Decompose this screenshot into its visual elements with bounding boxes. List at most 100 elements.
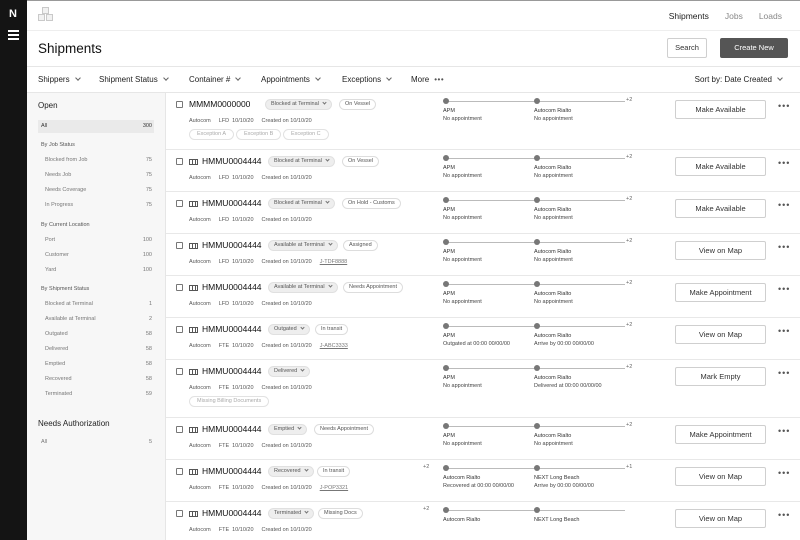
shipment-row[interactable]: HMMU0004444 Emptied Needs Appointment Autoc… [166,418,800,460]
top-nav-jobs[interactable]: Jobs [725,11,743,21]
status-dropdown[interactable]: Terminated [268,508,315,519]
sidebar-item[interactable]: Blocked from Job 75 [38,154,154,167]
sidebar-item-all[interactable]: All 300 [38,120,154,133]
container-number[interactable]: HMMU0004444 [202,198,262,208]
more-options-icon[interactable]: ••• [778,159,790,168]
top-nav-loads[interactable]: Loads [759,11,782,21]
status-label: Delivered [274,368,298,374]
filter-container-number[interactable]: Container # [189,75,242,84]
more-options-icon[interactable]: ••• [778,243,790,252]
sidebar-item[interactable]: Outgated 58 [38,328,154,341]
shipment-row[interactable]: HMMU0004444 Delivered Autocom FTE 10/10/20 Cr… [166,360,800,418]
row-checkbox[interactable] [176,426,183,433]
row-checkbox[interactable] [176,510,183,517]
more-options-icon[interactable]: ••• [778,469,790,478]
status-dropdown[interactable]: Blocked at Terminal [268,156,335,167]
sidebar-item[interactable]: Recovered 58 [38,373,154,386]
exception-chip[interactable]: Exception B [236,129,282,140]
shipment-row[interactable]: HMMU0004444 Blocked at Terminal On Hold - … [166,192,800,234]
shipment-row[interactable]: HMMU0004444 Blocked at Terminal On Vessel A… [166,150,800,192]
shipment-row[interactable]: MMMM0000000 Blocked at Terminal On Vessel A… [166,93,800,150]
status-dropdown[interactable]: Delivered [268,366,311,377]
sidebar-item[interactable]: Blocked at Terminal 1 [38,298,154,311]
container-number[interactable]: HMMU0004444 [202,324,262,334]
sidebar-item[interactable]: Needs Coverage 75 [38,184,154,197]
row-checkbox[interactable] [176,468,183,475]
create-new-button[interactable]: Create New [720,38,788,58]
action-button[interactable]: View on Map [675,467,766,486]
sidebar-item[interactable]: Port 100 [38,234,154,247]
more-options-icon[interactable]: ••• [778,511,790,520]
status-dropdown[interactable]: Available at Terminal [268,282,338,293]
sidebar-item[interactable]: Terminated 59 [38,388,154,401]
filter-shippers[interactable]: Shippers [38,75,81,84]
job-link[interactable]: J-ABC3333 [320,343,348,349]
filter-exceptions[interactable]: Exceptions [342,75,392,84]
exception-chip[interactable]: Exception C [283,129,329,140]
sidebar-item[interactable]: Yard 100 [38,264,154,277]
more-options-icon[interactable]: ••• [778,369,790,378]
row-checkbox[interactable] [176,158,183,165]
row-checkbox[interactable] [176,101,183,108]
action-button[interactable]: Make Appointment [675,425,766,444]
container-number[interactable]: HMMU0004444 [202,156,262,166]
shipment-row[interactable]: HMMU0004444 Terminated Missing Docs Autocom… [166,502,800,540]
row-checkbox[interactable] [176,368,183,375]
more-options-icon[interactable]: ••• [778,285,790,294]
action-button[interactable]: View on Map [675,509,766,528]
shipment-row[interactable]: HMMU0004444 Available at Terminal Assigned… [166,234,800,276]
container-number[interactable]: HMMU0004444 [202,240,262,250]
row-checkbox[interactable] [176,200,183,207]
more-options-icon[interactable]: ••• [778,327,790,336]
action-button[interactable]: Mark Empty [675,367,766,386]
row-checkbox[interactable] [176,242,183,249]
action-button[interactable]: View on Map [675,325,766,344]
exception-chip[interactable]: Exception A [189,129,235,140]
origin-name: APM [443,433,455,439]
status-dropdown[interactable]: Emptied [268,424,308,435]
sidebar-item[interactable]: Needs Job 75 [38,169,154,182]
filter-shipment-status[interactable]: Shipment Status [99,75,169,84]
sidebar-item-auth-all[interactable]: All 5 [38,436,154,449]
action-button[interactable]: View on Map [675,241,766,260]
row-checkbox[interactable] [176,284,183,291]
sidebar-item[interactable]: Delivered 58 [38,343,154,356]
sidebar-item[interactable]: Emptied 58 [38,358,154,371]
container-number[interactable]: HMMU0004444 [202,424,262,434]
status-dropdown[interactable]: Outgated [268,324,310,335]
container-number[interactable]: MMMM0000000 [189,99,250,109]
row-checkbox[interactable] [176,326,183,333]
action-button[interactable]: Make Available [675,100,766,119]
status-dropdown[interactable]: Recovered [268,466,314,477]
job-link[interactable]: J-POP3321 [320,485,348,491]
more-options-icon[interactable]: ••• [778,427,790,436]
sidebar-item-count: 58 [145,361,152,367]
status-dropdown[interactable]: Blocked at Terminal [268,198,335,209]
sidebar-item[interactable]: Available at Terminal 2 [38,313,154,326]
app-logo[interactable]: N [9,8,17,20]
action-button[interactable]: Make Available [675,199,766,218]
shipment-row[interactable]: HMMU0004444 Outgated In transit Autocom FTE 1… [166,318,800,360]
sidebar-item[interactable]: In Progress 75 [38,199,154,212]
top-nav-shipments[interactable]: Shipments [669,11,709,21]
sort-dropdown[interactable]: Sort by: Date Created [695,75,783,84]
container-number[interactable]: HMMU0004444 [202,366,262,376]
container-number[interactable]: HMMU0004444 [202,508,262,518]
filter-more[interactable]: More ••• [411,75,444,84]
status-dropdown[interactable]: Available at Terminal [268,240,338,251]
job-link[interactable]: J-TDF8888 [320,259,348,265]
more-options-icon[interactable]: ••• [778,201,790,210]
action-button[interactable]: Make Appointment [675,283,766,302]
hamburger-menu-icon[interactable] [8,30,19,42]
status-dropdown[interactable]: Blocked at Terminal [265,99,332,110]
exception-chip[interactable]: Missing Billing Documents [189,396,270,407]
shipment-row[interactable]: HMMU0004444 Recovered In transit Autocom FTE… [166,460,800,502]
container-number[interactable]: HMMU0004444 [202,466,262,476]
search-button[interactable]: Search [667,38,707,58]
filter-appointments[interactable]: Appointments [261,75,321,84]
sidebar-item[interactable]: Customer 100 [38,249,154,262]
more-options-icon[interactable]: ••• [778,102,790,111]
shipment-row[interactable]: HMMU0004444 Available at Terminal Needs Ap… [166,276,800,318]
container-number[interactable]: HMMU0004444 [202,282,262,292]
action-button[interactable]: Make Available [675,157,766,176]
